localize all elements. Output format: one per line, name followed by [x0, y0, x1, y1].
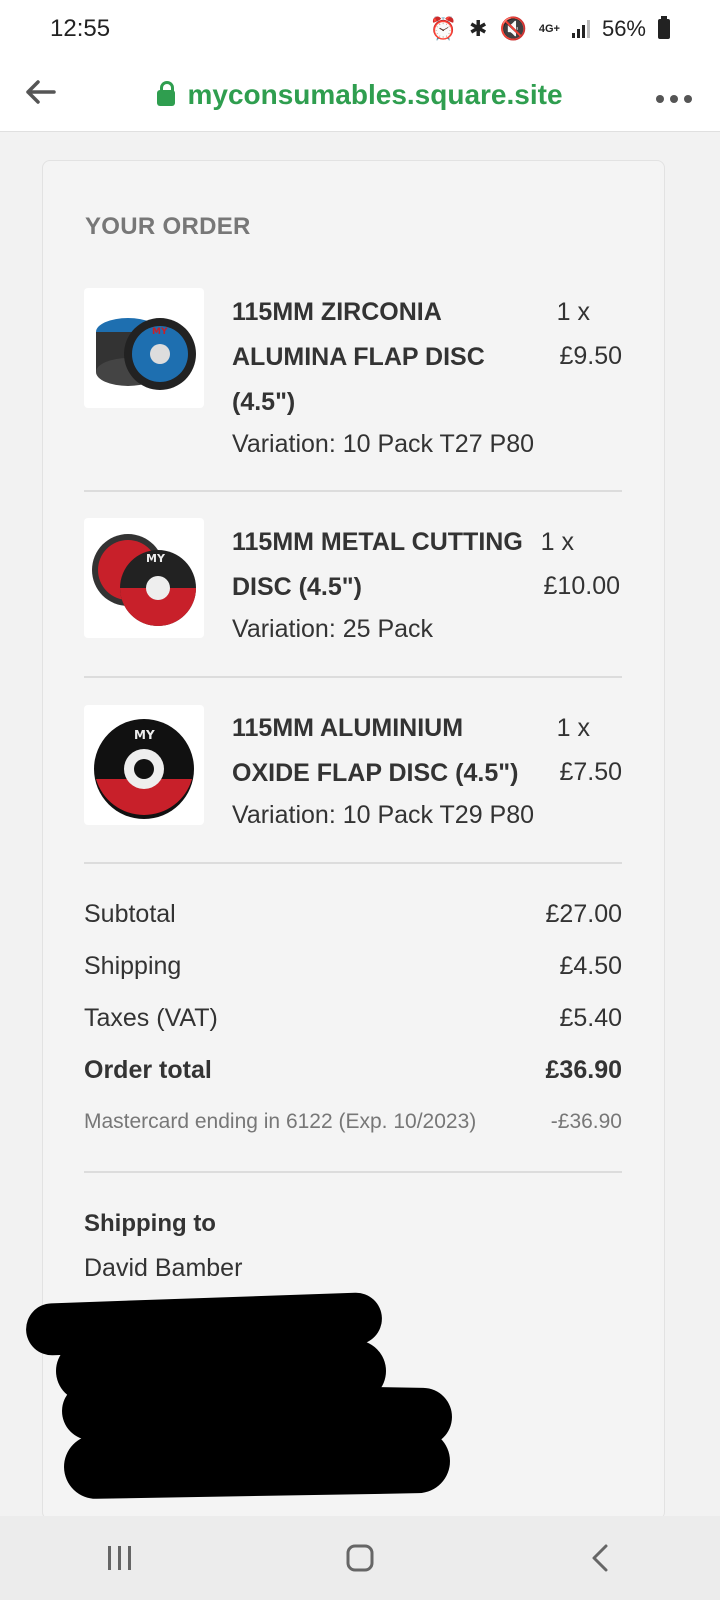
divider [84, 490, 622, 492]
home-button[interactable] [330, 1538, 390, 1578]
browser-toolbar: myconsumables.square.site [0, 58, 720, 132]
subtotal-label: Subtotal [84, 900, 176, 928]
order-total-value: £36.90 [545, 1056, 622, 1084]
alarm-icon: ⏰ [429, 16, 457, 41]
mute-icon: 🔇 [499, 16, 527, 41]
bluetooth-icon: ✱ [469, 16, 488, 41]
shipping-value: £4.50 [559, 952, 622, 980]
taxes-row: Taxes (VAT) £5.40 [84, 1004, 622, 1033]
shipping-name: David Bamber [84, 1254, 243, 1282]
svg-text:MY: MY [134, 728, 155, 742]
url-text: myconsumables.square.site [187, 78, 563, 110]
shipping-row: Shipping £4.50 [84, 952, 622, 981]
order-title: YOUR ORDER [85, 213, 251, 240]
back-button[interactable] [570, 1538, 630, 1578]
order-total-label: Order total [84, 1056, 212, 1084]
product-image: MY [84, 518, 204, 638]
shipping-label: Shipping [84, 952, 182, 980]
product-image: MY [84, 705, 204, 825]
recent-apps-button[interactable] [90, 1538, 150, 1578]
item-quantity: 1 x [556, 714, 590, 742]
shipping-to-label: Shipping to [84, 1210, 216, 1237]
divider [84, 676, 622, 678]
payment-method: Mastercard ending in 6122 (Exp. 10/2023) [84, 1110, 477, 1133]
status-bar: 12:55 ⏰ ✱ 🔇 4G+ 56% [0, 0, 720, 58]
back-arrow-icon[interactable] [26, 78, 66, 112]
svg-text:MY: MY [152, 327, 168, 337]
subtotal-value: £27.00 [545, 900, 622, 928]
address-bar[interactable]: myconsumables.square.site [66, 79, 654, 111]
item-variation: Variation: 25 Pack [232, 615, 434, 643]
item-quantity: 1 x [540, 528, 574, 556]
svg-text:MY: MY [146, 552, 166, 565]
battery-icon [658, 16, 670, 39]
taxes-label: Taxes (VAT) [84, 1004, 218, 1032]
payment-amount: -£36.90 [550, 1110, 622, 1133]
item-name: 115MM ALUMINIUM OXIDE FLAP DISC (4.5") [232, 714, 519, 787]
more-options-icon[interactable] [654, 79, 694, 111]
network-type-icon: 4G+ [538, 23, 560, 35]
system-nav-bar [0, 1516, 720, 1600]
item-name: 115MM ZIRCONIA ALUMINA FLAP DISC (4.5") [232, 298, 485, 416]
item-price: £10.00 [543, 572, 620, 600]
redaction-mark [63, 1428, 451, 1500]
item-variation: Variation: 10 Pack T27 P80 [232, 430, 535, 458]
status-time: 12:55 [50, 15, 111, 42]
item-price: £9.50 [559, 342, 622, 370]
status-icons: ⏰ ✱ 🔇 4G+ 56% [430, 16, 670, 42]
subtotal-row: Subtotal £27.00 [84, 900, 622, 929]
taxes-value: £5.40 [559, 1004, 622, 1032]
lock-icon [157, 80, 176, 106]
item-quantity: 1 x [556, 298, 590, 326]
payment-row: Mastercard ending in 6122 (Exp. 10/2023)… [84, 1110, 622, 1134]
divider [84, 862, 622, 864]
item-variation: Variation: 10 Pack T29 P80 [232, 801, 535, 829]
order-total-row: Order total £36.90 [84, 1056, 622, 1085]
divider [84, 1171, 622, 1173]
signal-icon [571, 20, 590, 38]
battery-percent: 56% [601, 16, 646, 41]
item-price: £7.50 [559, 758, 622, 786]
product-image: MY [84, 288, 204, 408]
item-name: 115MM METAL CUTTING DISC (4.5") [232, 528, 523, 601]
